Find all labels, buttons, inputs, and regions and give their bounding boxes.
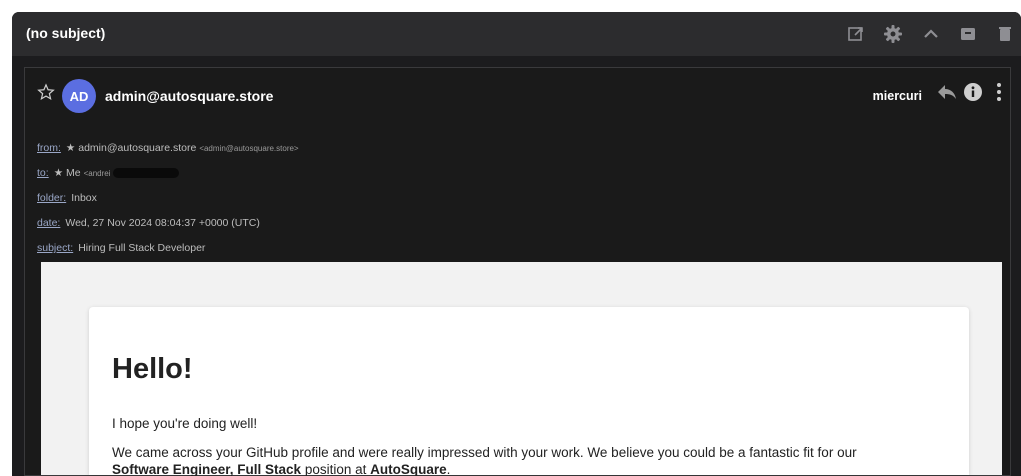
meta-date-label[interactable]: date:: [37, 217, 60, 229]
settings-gear-icon[interactable]: [880, 21, 906, 47]
message-body: Hello! I hope you're doing well! We came…: [41, 262, 1002, 476]
meta-subject-value: Hiring Full Stack Developer: [78, 242, 206, 254]
archive-icon[interactable]: [955, 21, 981, 47]
role-title: Software Engineer, Full Stack: [112, 462, 302, 476]
email-card: Hello! I hope you're doing well! We came…: [89, 307, 969, 476]
meta-subject-label[interactable]: subject:: [37, 242, 73, 254]
paragraph-end: .: [446, 462, 451, 476]
meta-to-email: <andrei: [83, 169, 111, 178]
greeting-heading: Hello!: [112, 353, 193, 385]
meta-date-row: date: Wed, 27 Nov 2024 08:04:37 +0000 (UT…: [37, 217, 260, 229]
info-icon[interactable]: [963, 82, 983, 106]
avatar[interactable]: AD: [62, 79, 96, 113]
email-viewer-window: (no subject) AD admin@autosquare.store m…: [12, 12, 1021, 476]
redacted-email: [112, 168, 179, 179]
meta-from-value: ★ admin@autosquare.store: [65, 142, 197, 154]
meta-from-label[interactable]: from:: [37, 142, 61, 154]
meta-from-row: from: ★ admin@autosquare.store <admin@auto…: [37, 142, 299, 154]
meta-subject-row: subject: Hiring Full Stack Developer: [37, 242, 205, 254]
message-panel: AD admin@autosquare.store miercuri from:…: [24, 67, 1011, 476]
meta-date-value: Wed, 27 Nov 2024 08:04:37 +0000 (UTC): [65, 217, 260, 229]
intro-line: I hope you're doing well!: [112, 416, 258, 431]
subject-title: (no subject): [26, 25, 106, 41]
meta-to-row: to: ★ Me <andrei: [37, 167, 179, 179]
meta-folder-value: Inbox: [71, 192, 97, 204]
avatar-initials: AD: [69, 88, 89, 104]
paragraph-text-2: position at: [301, 462, 371, 476]
paragraph-text: We came across your GitHub profile and w…: [112, 445, 857, 460]
meta-folder-row: folder: Inbox: [37, 192, 97, 204]
body-paragraph: We came across your GitHub profile and w…: [112, 444, 902, 476]
company-name: AutoSquare: [370, 462, 447, 476]
star-icon[interactable]: [37, 83, 55, 105]
open-new-window-icon[interactable]: [843, 21, 869, 47]
reply-icon[interactable]: [936, 83, 958, 105]
sender-name[interactable]: admin@autosquare.store: [105, 88, 273, 104]
delete-trash-icon[interactable]: [992, 21, 1018, 47]
toolbar: (no subject): [12, 12, 1021, 56]
collapse-chevron-up-icon[interactable]: [918, 21, 944, 47]
meta-to-label[interactable]: to:: [37, 167, 49, 179]
meta-to-value: ★ Me: [53, 167, 81, 179]
more-options-icon[interactable]: [996, 82, 1002, 106]
meta-folder-label[interactable]: folder:: [37, 192, 66, 204]
meta-from-email: <admin@autosquare.store>: [199, 144, 299, 153]
message-date: miercuri: [872, 89, 922, 103]
